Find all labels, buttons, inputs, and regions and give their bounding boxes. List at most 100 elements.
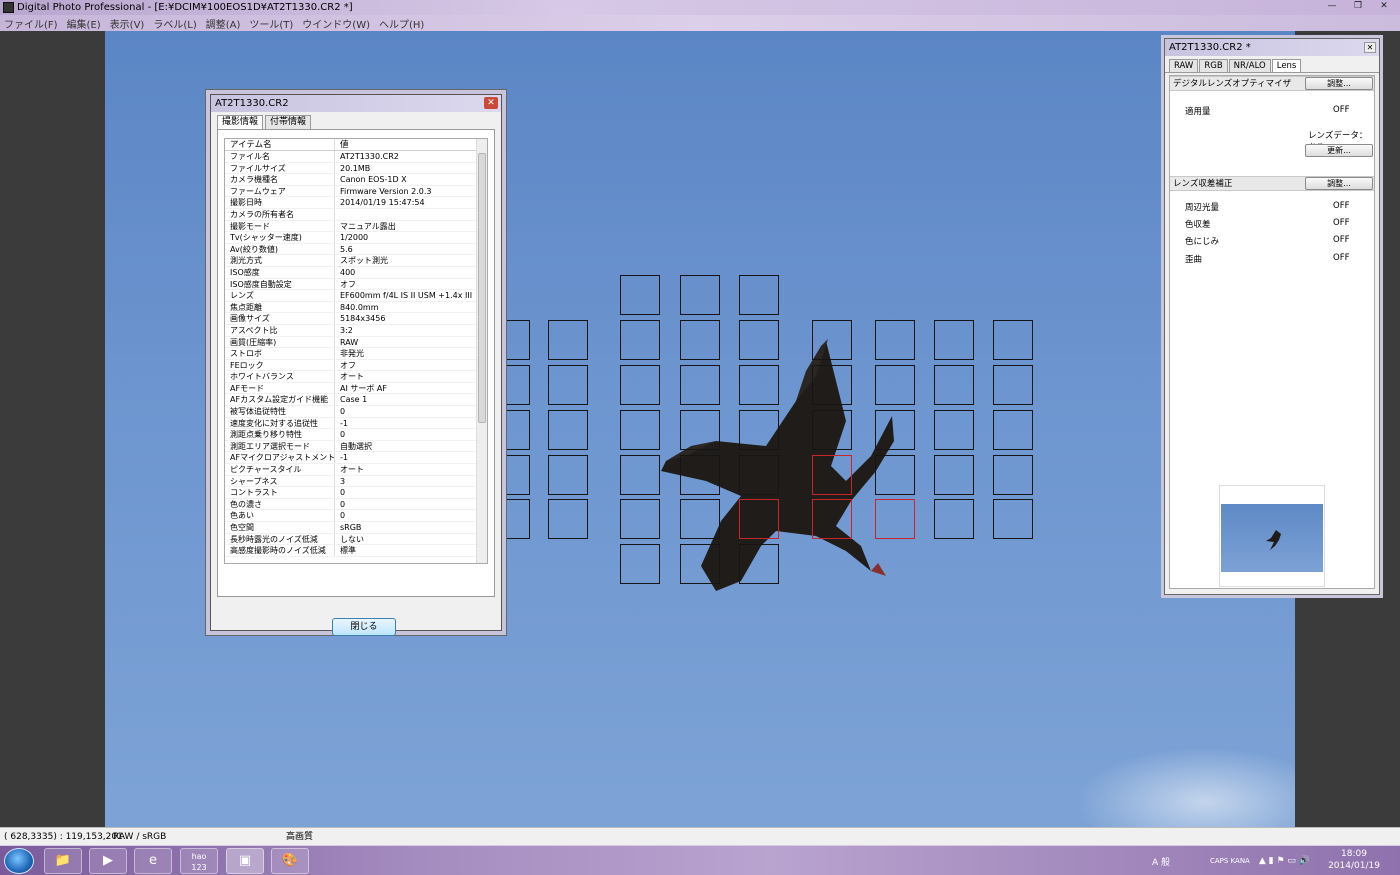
table-row[interactable]: 測光方式 スポット測光 (225, 255, 487, 267)
tab-raw[interactable]: RAW (1169, 59, 1199, 72)
table-row[interactable]: 高感度撮影時のノイズ低減 標準 (225, 545, 487, 557)
table-row[interactable]: 撮影モード マニュアル露出 (225, 220, 487, 233)
table-row[interactable]: Av(絞り数値) 5.6 (225, 243, 487, 256)
row-item-name: 色の濃さ (225, 498, 335, 510)
table-row[interactable]: 長秒時露光のノイズ低減 しない (225, 533, 487, 546)
ie-taskbar-icon[interactable]: e (134, 848, 172, 874)
close-dialog-button[interactable]: 閉じる (332, 618, 396, 636)
menu-view[interactable]: 表示(V) (110, 16, 145, 31)
row-item-value: Case 1 (340, 395, 368, 405)
tray-icons[interactable]: ▲ ▮ ⚑ ▭ 🔊 (1259, 848, 1310, 874)
table-row[interactable]: AFモード AI サーボ AF (225, 382, 487, 395)
af-point (934, 410, 974, 450)
distortion-value: OFF (1333, 253, 1350, 263)
af-point (680, 499, 720, 539)
tab-nr-alo[interactable]: NR/ALO (1228, 59, 1271, 72)
clock[interactable]: 18:09 2014/01/19 (1324, 848, 1384, 872)
cloud (1075, 747, 1295, 827)
menu-help[interactable]: ヘルプ(H) (379, 16, 424, 31)
dlo-adjust-button[interactable]: 調整... (1305, 77, 1373, 90)
aberration-adjust-button[interactable]: 調整... (1305, 177, 1373, 190)
table-row[interactable]: 速度変化に対する追従性 -1 (225, 417, 487, 430)
table-scrollbar[interactable] (476, 139, 487, 563)
menu-window[interactable]: ウインドウ(W) (302, 16, 370, 31)
table-row[interactable]: コントラスト 0 (225, 487, 487, 499)
af-point (739, 410, 779, 450)
hao123-taskbar-icon[interactable]: hao 123 (180, 848, 218, 874)
palette-close-icon[interactable]: ✕ (1364, 42, 1376, 53)
table-row[interactable]: カメラ機種名 Canon EOS-1D X (225, 174, 487, 186)
table-row[interactable]: 測距エリア選択モード 自動選択 (225, 440, 487, 453)
table-row[interactable]: 色の濃さ 0 (225, 498, 487, 511)
dialog-close-icon[interactable]: ✕ (484, 97, 498, 109)
table-row[interactable]: ISO感度 400 (225, 266, 487, 279)
table-row[interactable]: ストロボ 非発光 (225, 348, 487, 360)
table-row[interactable]: アスペクト比 3:2 (225, 324, 487, 337)
chromatic-aberration-label: 色収差 (1185, 220, 1211, 230)
row-item-name: 焦点距離 (225, 301, 335, 313)
table-row[interactable]: ホワイトバランス オート (225, 371, 487, 383)
row-item-name: ホワイトバランス (225, 371, 335, 382)
paint-taskbar-icon[interactable]: 🎨 (271, 848, 309, 874)
ime-label: A 般 (1151, 857, 1170, 868)
ime-indicator[interactable]: A 般 (1152, 848, 1170, 874)
af-point (548, 365, 588, 405)
tab-shooting-info[interactable]: 撮影情報 (217, 115, 264, 130)
menu-adjust[interactable]: 調整(A) (206, 16, 241, 31)
af-point (680, 544, 720, 584)
table-row[interactable]: 撮影日時 2014/01/19 15:47:54 (225, 197, 487, 209)
column-header-item[interactable]: アイテム名 (225, 139, 335, 150)
table-row[interactable]: 測距点乗り移り特性 0 (225, 429, 487, 441)
table-row[interactable]: レンズ EF600mm f/4L IS II USM +1.4x III (225, 290, 487, 302)
start-button[interactable] (4, 848, 34, 874)
table-row[interactable]: 画像サイズ 5184x3456 (225, 313, 487, 325)
table-row[interactable]: カメラの所有者名 (225, 208, 487, 221)
table-row[interactable]: 焦点距離 840.0mm (225, 301, 487, 314)
menu-tools[interactable]: ツール(T) (249, 16, 293, 31)
navigator-thumbnail[interactable] (1219, 485, 1325, 587)
af-point (812, 410, 852, 450)
table-row[interactable]: シャープネス 3 (225, 475, 487, 488)
dpp-taskbar-icon[interactable]: ▣ (226, 848, 264, 874)
table-row[interactable]: ISO感度自動設定 オフ (225, 278, 487, 291)
af-point (680, 455, 720, 495)
table-row[interactable]: 被写体追従特性 0 (225, 406, 487, 418)
table-row[interactable]: ピクチャースタイル オート (225, 464, 487, 476)
af-point (680, 320, 720, 360)
column-header-value[interactable]: 値 (335, 139, 475, 150)
table-row[interactable]: ファイルサイズ 20.1MB (225, 162, 487, 175)
menu-file[interactable]: ファイル(F) (4, 16, 58, 31)
peripheral-illumination-value: OFF (1333, 201, 1350, 211)
table-row[interactable]: ファームウェア Firmware Version 2.0.3 (225, 185, 487, 198)
menu-label[interactable]: ラベル(L) (153, 16, 196, 31)
close-button[interactable]: ✕ (1372, 0, 1396, 13)
table-row[interactable]: ファイル名 AT2T1330.CR2 (225, 151, 487, 163)
row-item-value: 標準 (340, 546, 356, 556)
palette-title-bar[interactable]: AT2T1330.CR2 * ✕ (1165, 39, 1379, 56)
row-item-value: 0 (340, 511, 346, 521)
tab-lens[interactable]: Lens (1271, 59, 1302, 72)
table-row[interactable]: 色あい 0 (225, 510, 487, 522)
table-row[interactable]: 色空間 sRGB (225, 522, 487, 534)
maximize-button[interactable]: ❐ (1346, 0, 1370, 13)
row-item-value: 自動選択 (340, 441, 372, 451)
dialog-title-bar[interactable]: AT2T1330.CR2 ✕ (211, 95, 501, 112)
af-point (739, 365, 779, 405)
tab-metadata[interactable]: 付帯情報 (265, 115, 312, 129)
tab-rgb[interactable]: RGB (1199, 59, 1228, 72)
table-row[interactable]: 画質(圧縮率) RAW (225, 336, 487, 349)
row-item-value (335, 209, 475, 220)
af-point (620, 365, 660, 405)
update-button[interactable]: 更新... (1305, 144, 1373, 157)
table-row[interactable]: AFマイクロアジャストメント -1 (225, 452, 487, 465)
af-point (875, 410, 915, 450)
minimize-button[interactable]: — (1320, 0, 1344, 13)
explorer-taskbar-icon[interactable]: 📁 (44, 848, 82, 874)
table-row[interactable]: Tv(シャッター速度) 1/2000 (225, 232, 487, 244)
scrollbar-thumb[interactable] (478, 153, 486, 423)
menu-edit[interactable]: 編集(E) (67, 16, 101, 31)
media-player-taskbar-icon[interactable]: ▶ (89, 848, 127, 874)
table-row[interactable]: AFカスタム設定ガイド機能 Case 1 (225, 394, 487, 407)
row-item-name: 速度変化に対する追従性 (225, 417, 335, 429)
table-row[interactable]: FEロック オフ (225, 359, 487, 372)
